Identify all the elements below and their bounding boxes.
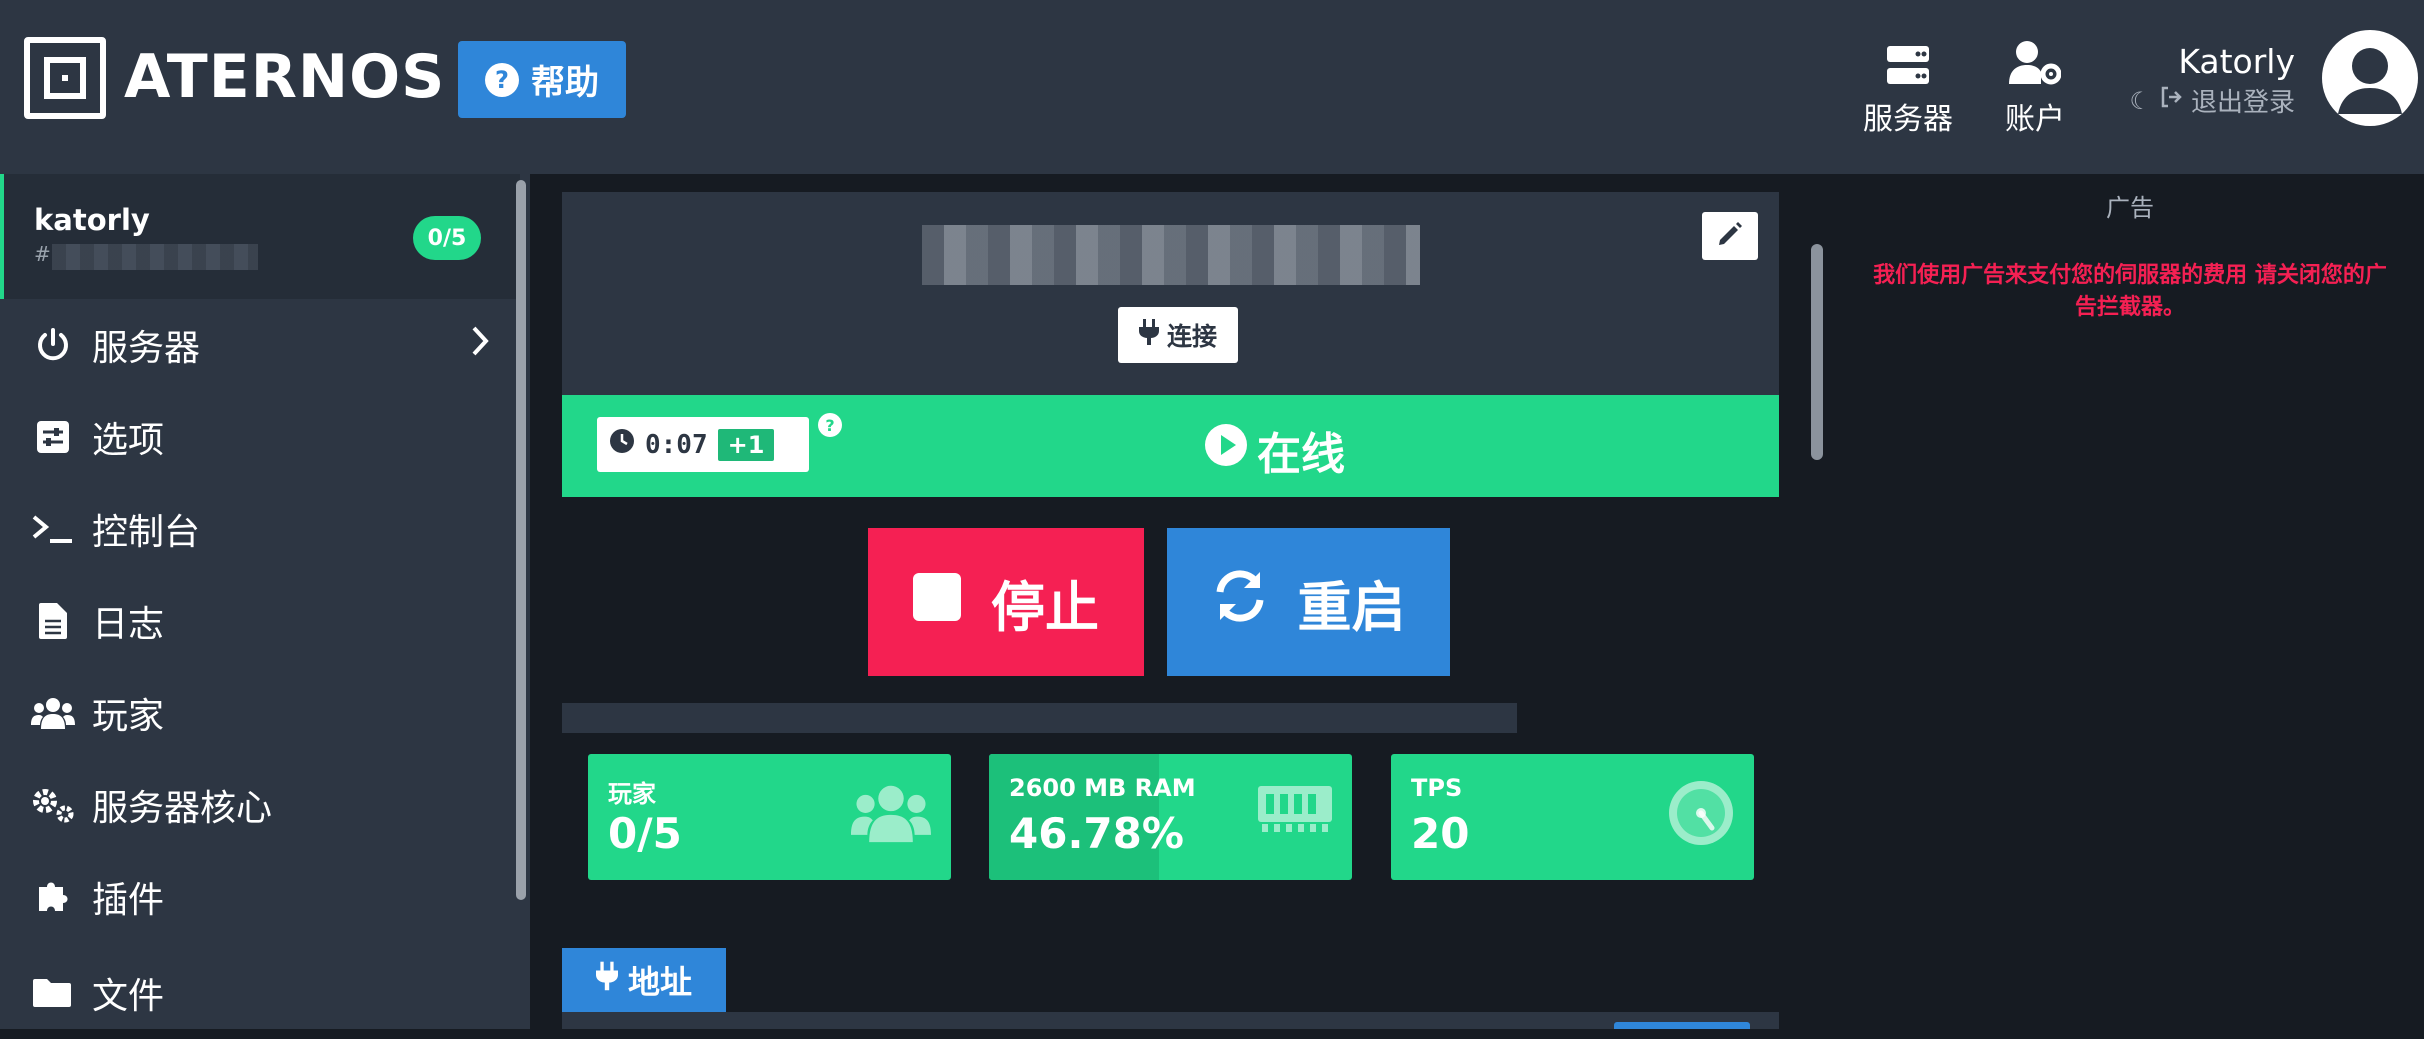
sidebar-item-files[interactable]: 文件 [0, 947, 520, 1039]
sidebar-item-label: 控制台 [92, 512, 201, 553]
power-icon [28, 327, 78, 363]
logout-row: ☾ 退出登录 [2120, 82, 2295, 119]
sidebar-item-label: 服务器核心 [92, 788, 273, 829]
logo-text[interactable]: ATERNOS [124, 42, 445, 112]
stat-value: 0/5 [608, 809, 682, 858]
server-status: 在线 [1205, 418, 1345, 482]
tab-label: 地址 [627, 963, 692, 1001]
tab-address[interactable]: 地址 [562, 948, 726, 1012]
server-panel [562, 192, 1779, 395]
sidebar-scrollbar[interactable] [516, 180, 526, 900]
restart-button[interactable]: 重启 [1167, 528, 1450, 676]
players-badge: 0/5 [413, 216, 481, 260]
sidebar-item-console[interactable]: 控制台 [0, 483, 520, 575]
sidebar-item-plugins[interactable]: 插件 [0, 851, 520, 943]
stat-value: 20 [1411, 809, 1470, 858]
user-gear-icon [1980, 34, 2090, 86]
nav-account[interactable]: 账户 [1980, 34, 2090, 138]
plug-icon [1138, 319, 1159, 351]
aternos-logo-icon[interactable] [24, 37, 106, 119]
moon-icon[interactable]: ☾ [2129, 87, 2151, 115]
stat-value: 46.78% [1009, 809, 1184, 858]
question-circle-icon[interactable]: ? [818, 413, 842, 437]
address-panel [562, 1012, 1779, 1029]
question-circle-icon: ? [485, 62, 519, 97]
plug-icon [595, 961, 618, 999]
cogs-icon [28, 787, 78, 823]
connect-label: 连接 [1166, 322, 1217, 351]
sidebar-item-options[interactable]: 选项 [0, 391, 520, 483]
sidebar-item-label: 玩家 [92, 696, 165, 737]
sidebar-item-software[interactable]: 服务器核心 [0, 759, 520, 851]
users-icon [851, 780, 931, 850]
stop-label: 停止 [991, 575, 1099, 639]
main-scrollbar[interactable] [1811, 244, 1823, 460]
stat-label: 玩家 [608, 780, 656, 808]
connect-button[interactable]: 连接 [1118, 307, 1238, 363]
chevron-right-icon [470, 325, 490, 366]
sidebar-item-label: 选项 [92, 420, 165, 461]
stop-button[interactable]: 停止 [868, 528, 1144, 676]
gauge-icon [1668, 780, 1734, 850]
server-id-prefix: # [34, 242, 51, 266]
logout-link[interactable]: 退出登录 [2191, 82, 2295, 119]
stat-card-ram: 2600 MB RAM 46.78% [989, 754, 1352, 880]
status-label: 在线 [1257, 429, 1345, 480]
memory-icon [1258, 780, 1332, 838]
adblock-notice: 我们使用广告来支付您的伺服器的费用 请关闭您的广告拦截器。 [1873, 263, 2387, 320]
help-label: 帮助 [531, 63, 599, 103]
avatar[interactable] [2322, 30, 2418, 126]
terminal-icon [28, 513, 78, 545]
countdown-box: 0:07 +1 [597, 417, 809, 472]
sidebar-item-server[interactable]: 服务器 [0, 299, 520, 391]
progress-placeholder [562, 703, 1517, 733]
users-icon [28, 697, 78, 729]
stat-label: 2600 MB RAM [1009, 774, 1196, 802]
pencil-icon [1717, 221, 1743, 251]
stat-card-tps: TPS 20 [1391, 754, 1754, 880]
nav-servers[interactable]: 服务器 [1853, 34, 1963, 138]
extend-time-button[interactable]: +1 [717, 428, 775, 461]
folder-icon [28, 977, 78, 1009]
sidebar-item-label: 服务器 [92, 328, 201, 369]
server-id-redacted [52, 244, 258, 270]
user-name[interactable]: Katorly [2130, 42, 2295, 81]
help-button[interactable]: ? 帮助 [458, 41, 626, 118]
sliders-icon [28, 421, 78, 453]
ad-label: 广告 [2106, 194, 2154, 222]
sidebar-item-players[interactable]: 玩家 [0, 667, 520, 759]
clock-icon [609, 428, 635, 461]
puzzle-icon [28, 879, 78, 915]
stop-icon [913, 571, 961, 634]
server-address-redacted [922, 225, 1420, 285]
server-name: katorly [34, 203, 150, 237]
play-circle-icon [1205, 423, 1247, 477]
sidebar-item-log[interactable]: 日志 [0, 575, 520, 667]
logout-icon [2159, 85, 2183, 116]
server-icon [1853, 34, 1963, 86]
address-action-button[interactable] [1614, 1022, 1750, 1029]
sidebar-item-label: 文件 [92, 976, 165, 1017]
countdown-timer: 0:07 [645, 429, 708, 460]
sidebar-item-label: 插件 [92, 880, 165, 921]
stat-label: TPS [1411, 774, 1463, 802]
nav-account-label: 账户 [2005, 102, 2065, 137]
restart-label: 重启 [1297, 575, 1406, 639]
sync-icon [1212, 569, 1268, 635]
sidebar-item-label: 日志 [92, 604, 165, 645]
file-icon [28, 603, 78, 639]
stat-card-players: 玩家 0/5 [588, 754, 951, 880]
nav-servers-label: 服务器 [1863, 102, 1953, 137]
edit-button[interactable] [1702, 212, 1758, 260]
